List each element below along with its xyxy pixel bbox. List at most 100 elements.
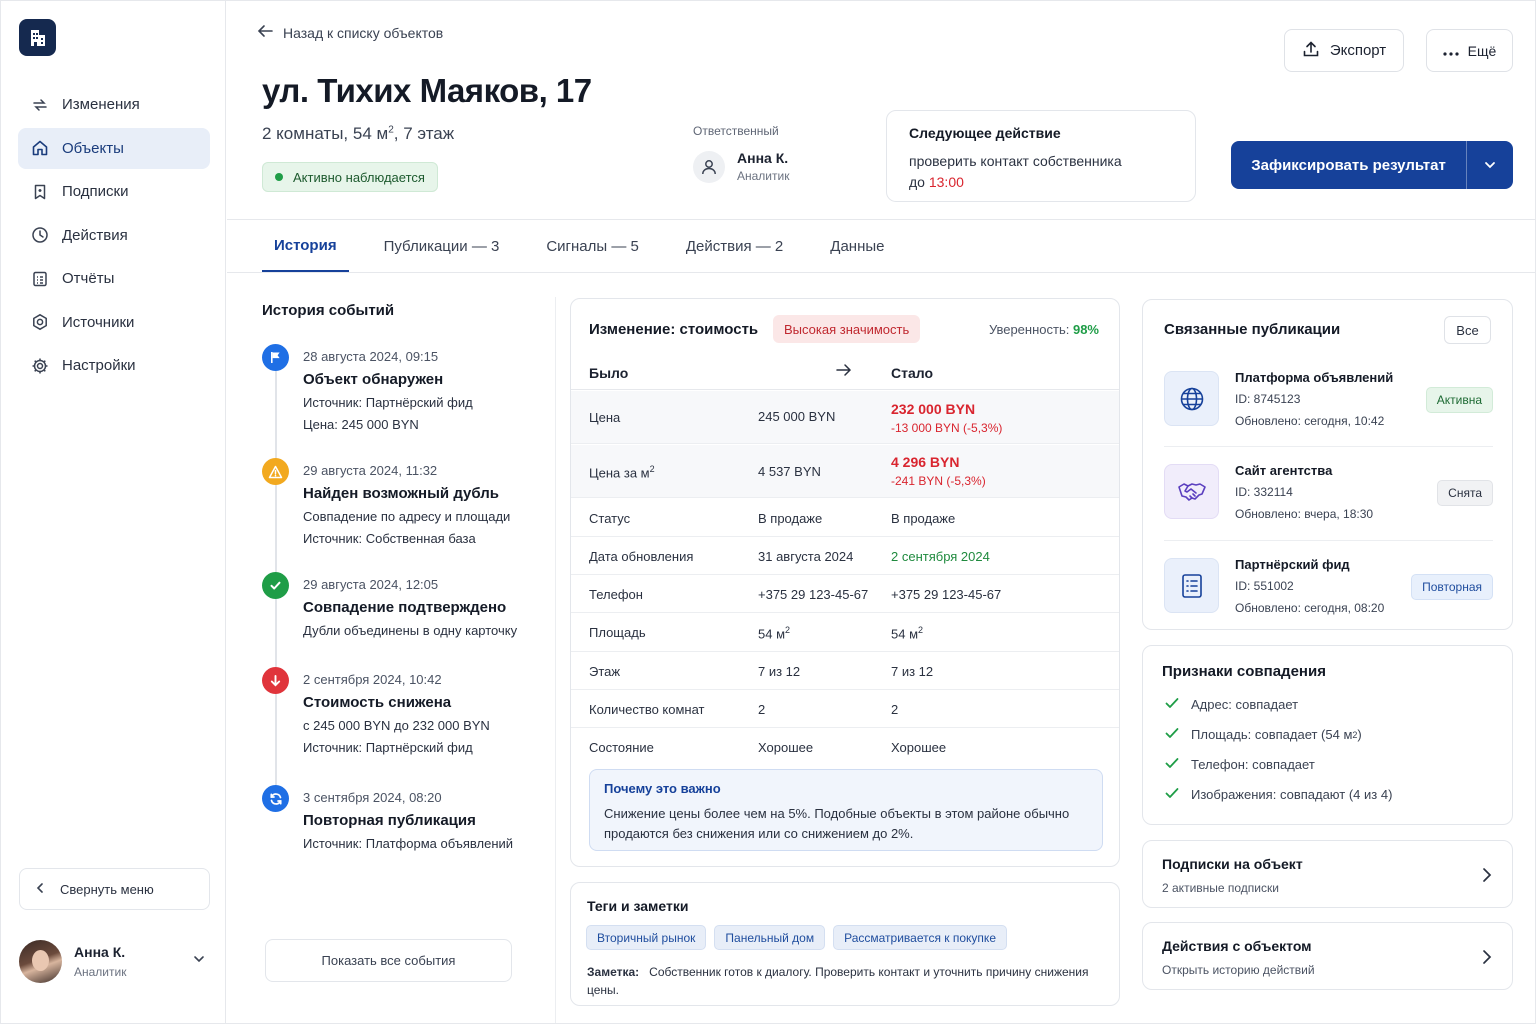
list-item: Телефон: совпадает [1165, 757, 1315, 772]
export-button[interactable]: Экспорт [1284, 29, 1404, 72]
link-title: Действия с объектом [1162, 938, 1312, 954]
tabs: История Публикации — 3 Сигналы — 5 Дейст… [262, 220, 919, 273]
more-button[interactable]: Ещё [1426, 29, 1513, 72]
changes-icon [30, 95, 50, 115]
row-field: Состояние [589, 740, 654, 755]
publication-id: ID: 551002 [1235, 579, 1294, 593]
tag[interactable]: Рассматривается к покупке [833, 925, 1007, 950]
status-badge: Повторная [1411, 574, 1493, 600]
row-was: 4 537 BYN [758, 464, 821, 479]
sidebar-item-reports[interactable]: Отчёты [18, 258, 210, 299]
object-subscriptions-card[interactable]: Подписки на объект 2 активные подписки [1142, 840, 1513, 908]
responsible-person[interactable]: Анна К. Аналитик [693, 150, 789, 183]
list-item: Изображения: совпадают (4 из 4) [1165, 787, 1392, 802]
publication-name: Сайт агентства [1235, 463, 1333, 478]
all-publications-button[interactable]: Все [1444, 316, 1491, 344]
responsible-role: Аналитик [737, 169, 790, 183]
collapse-menu-label: Свернуть меню [60, 881, 154, 897]
publication-updated: Обновлено: сегодня, 08:20 [1235, 601, 1385, 615]
event-detail: Совпадение по адресу и площади [303, 509, 511, 524]
tags-title: Теги и заметки [587, 898, 689, 914]
sidebar-nav: Изменения Объекты Подписки Действия Отчё… [18, 84, 210, 389]
collapse-menu-button[interactable]: Свернуть меню [19, 868, 210, 910]
sidebar-item-label: Настройки [62, 357, 136, 374]
sidebar-item-actions[interactable]: Действия [18, 215, 210, 256]
user-role: Аналитик [74, 964, 127, 979]
tag[interactable]: Панельный дом [714, 925, 826, 950]
link-title: Подписки на объект [1162, 856, 1303, 872]
divider [1164, 540, 1493, 541]
record-result-label: Зафиксировать результат [1251, 156, 1446, 174]
tab-signals[interactable]: Сигналы — 5 [534, 220, 651, 273]
row-field: Дата обновления [589, 549, 694, 564]
note: Заметка: Собственник готов к диалогу. Пр… [587, 965, 1089, 997]
change-table-header: Было Стало [571, 352, 1119, 390]
event-date: 2 сентября 2024, 10:42 [303, 672, 442, 687]
row-now: В продаже [891, 511, 956, 526]
tab-actions[interactable]: Действия — 2 [674, 220, 795, 273]
list-item[interactable]: Сайт агентства ID: 332114 Обновлено: вче… [1164, 458, 1493, 534]
event-detail: Источник: Платформа объявлений [303, 836, 514, 851]
sidebar-item-label: Отчёты [62, 270, 115, 287]
status-badge: Снята [1437, 480, 1493, 506]
match-title: Признаки совпадения [1162, 663, 1326, 680]
user-menu[interactable]: Анна К. Аналитик [19, 938, 211, 984]
status-dot [275, 173, 283, 181]
back-link[interactable]: Назад к списку объектов [257, 24, 443, 41]
tab-publications[interactable]: Публикации — 3 [372, 220, 512, 273]
object-actions-card[interactable]: Действия с объектом Открыть историю дейс… [1142, 922, 1513, 990]
event-detail: Цена: 245 000 BYN [303, 417, 419, 432]
row-field: Площадь [589, 625, 646, 640]
row-field: Цена за м2 [589, 464, 655, 481]
publication-name: Партнёрский фид [1235, 557, 1350, 572]
event-detail: с 245 000 BYN до 232 000 BYN [303, 718, 490, 733]
check-icon [1165, 757, 1179, 772]
clock-icon [30, 225, 50, 245]
flag-icon [262, 344, 289, 371]
why-important-box: Почему это важно Снижение цены более чем… [589, 769, 1103, 851]
sidebar-item-changes[interactable]: Изменения [18, 84, 210, 125]
row-was: 31 августа 2024 [758, 549, 854, 564]
tab-history[interactable]: История [262, 220, 349, 273]
table-row: Площадь 54 м2 54 м2 [571, 613, 1119, 652]
warning-icon [262, 458, 289, 485]
why-title: Почему это важно [604, 781, 721, 796]
table-row: Цена за м2 4 537 BYN 4 296 BYN -241 BYN (… [571, 445, 1119, 498]
table-row: Цена 245 000 BYN 232 000 BYN -13 000 BYN … [571, 391, 1119, 444]
related-title: Связанные публикации [1164, 321, 1341, 338]
row-was: 2 [758, 702, 766, 717]
history-title: История событий [262, 302, 395, 319]
responsible-name: Анна К. [737, 150, 789, 166]
row-now: 54 м2 [891, 625, 924, 642]
column-now: Стало [891, 365, 934, 381]
sidebar-item-sources[interactable]: Источники [18, 302, 210, 343]
user-name: Анна К. [74, 943, 126, 960]
row-field: Количество комнат [589, 702, 705, 717]
show-all-events-button[interactable]: Показать все события [265, 939, 512, 982]
responsible-label: Ответственный [693, 124, 779, 138]
record-result-button[interactable]: Зафиксировать результат [1231, 141, 1513, 189]
tab-data[interactable]: Данные [818, 220, 896, 273]
sidebar-item-settings[interactable]: Настройки [18, 345, 210, 386]
globe-icon [1164, 371, 1219, 426]
tag[interactable]: Вторичный рынок [586, 925, 707, 950]
row-now: Хорошее [891, 740, 947, 755]
logo-icon[interactable] [19, 19, 56, 56]
chevron-down-icon[interactable] [193, 952, 205, 968]
next-action-title: Следующее действие [909, 125, 1061, 141]
related-publications-card: Связанные публикации Все Платформа объяв… [1142, 299, 1513, 630]
chevron-down-icon[interactable] [1467, 158, 1513, 172]
handshake-icon [1164, 464, 1219, 519]
refresh-icon [262, 785, 289, 812]
list-item[interactable]: Партнёрский фид ID: 551002 Обновлено: се… [1164, 552, 1493, 628]
table-row: Статус В продаже В продаже [571, 499, 1119, 537]
event-detail: Дубли объединены в одну карточку [303, 623, 518, 638]
sidebar-item-objects[interactable]: Объекты [18, 127, 210, 169]
more-icon [1443, 43, 1459, 59]
row-now: 2 сентября 2024 [891, 549, 990, 564]
list-item[interactable]: Платформа объявлений ID: 8745123 Обновле… [1164, 365, 1493, 441]
link-subtitle: Открыть историю действий [1162, 963, 1315, 977]
event-title: Совпадение подтверждено [303, 599, 507, 616]
significance-badge: Высокая значимость [773, 315, 921, 343]
sidebar-item-subscriptions[interactable]: Подписки [18, 171, 210, 212]
